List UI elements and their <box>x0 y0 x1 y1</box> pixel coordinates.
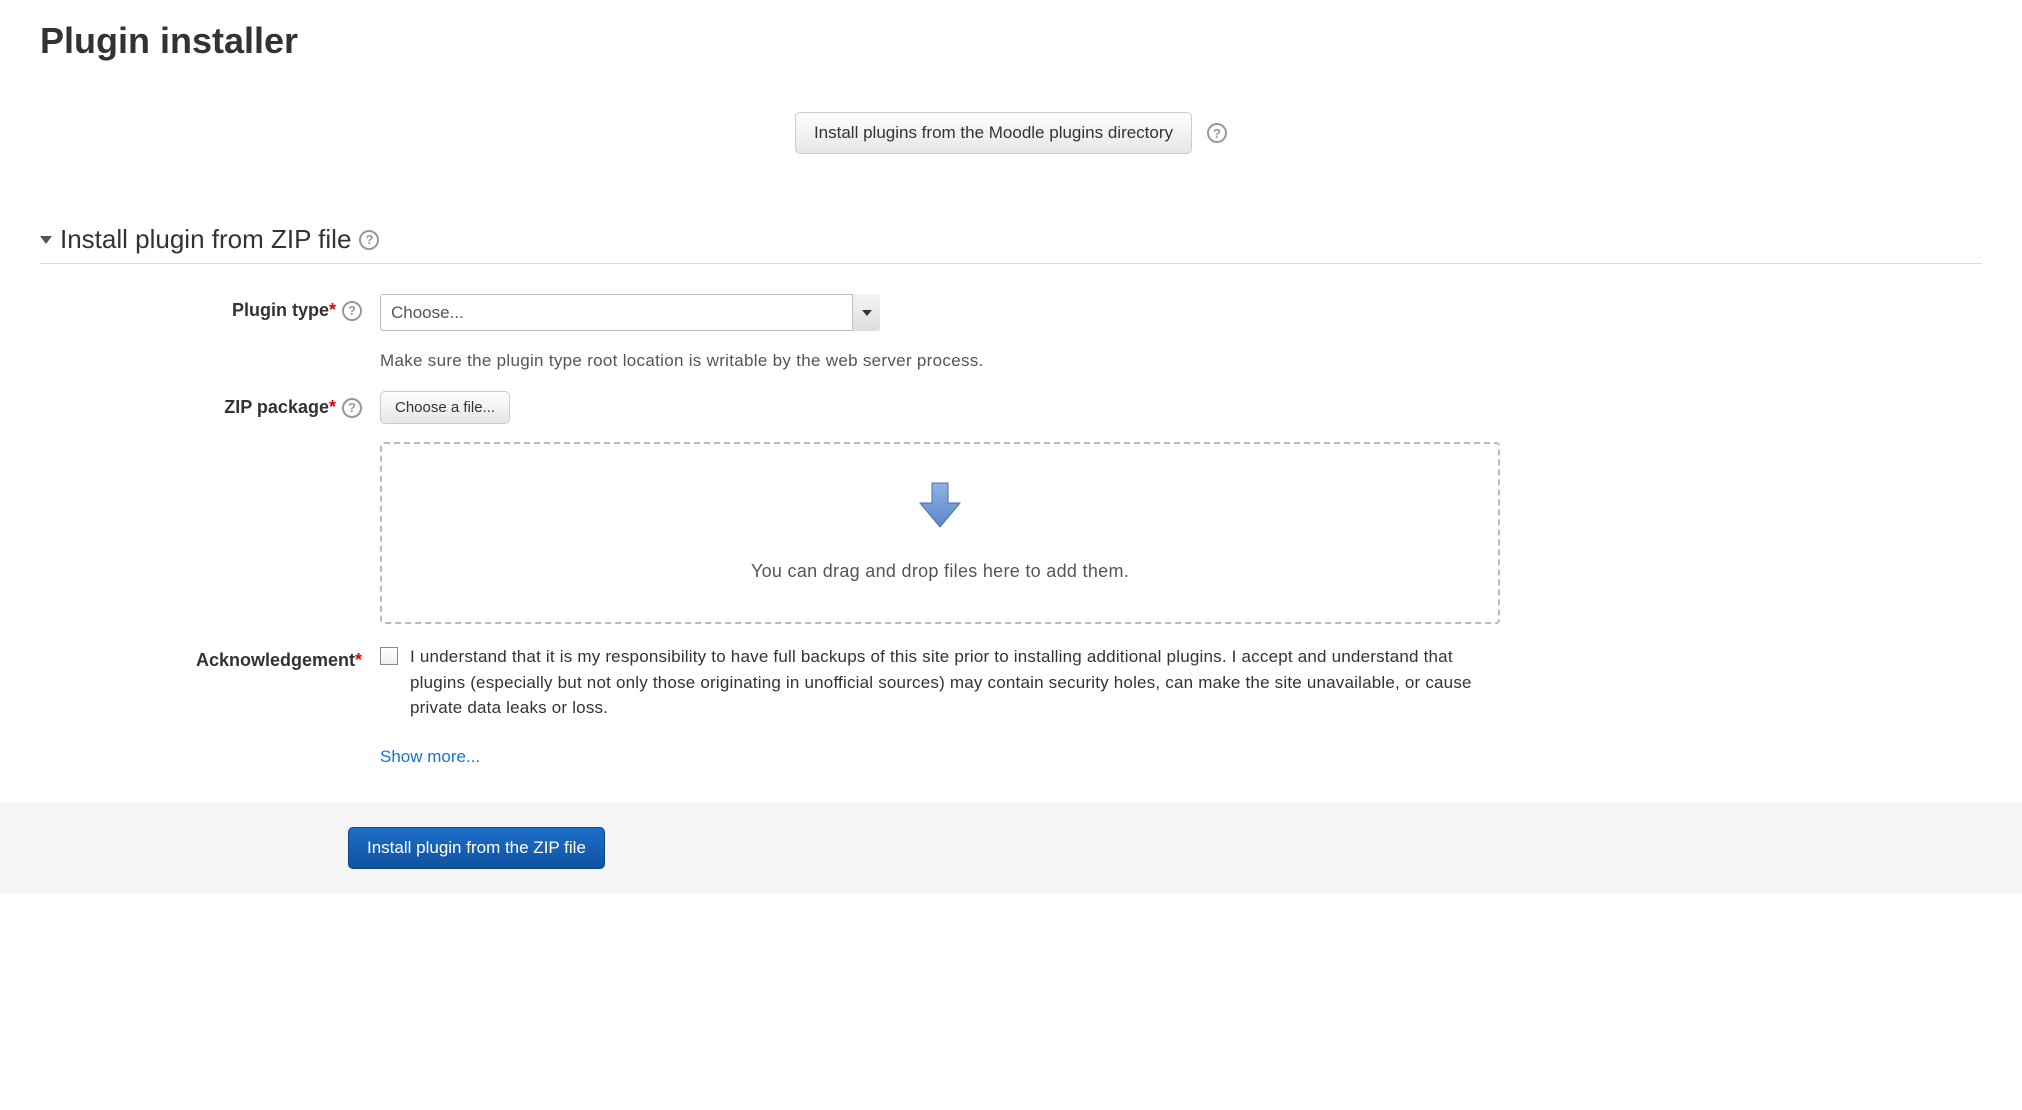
acknowledgement-row: Acknowledgement* I understand that it is… <box>40 644 1982 767</box>
help-icon[interactable]: ? <box>342 398 362 418</box>
help-icon[interactable]: ? <box>1207 123 1227 143</box>
footer-bar: Install plugin from the ZIP file <box>0 802 2022 894</box>
label-text: Plugin type <box>232 300 329 320</box>
chevron-down-icon[interactable] <box>40 236 52 244</box>
acknowledgement-label: Acknowledgement* <box>40 644 380 671</box>
label-text: ZIP package <box>224 397 329 417</box>
zip-package-row: ZIP package* ? Choose a file... You can … <box>40 391 1982 624</box>
arrow-down-icon <box>914 479 966 531</box>
acknowledgement-checkbox[interactable] <box>380 647 398 665</box>
help-icon[interactable]: ? <box>359 230 379 250</box>
choose-file-button[interactable]: Choose a file... <box>380 391 510 424</box>
dropzone-text: You can drag and drop files here to add … <box>402 561 1478 582</box>
plugin-type-label: Plugin type* ? <box>40 294 380 321</box>
section-header: Install plugin from ZIP file ? <box>40 224 1982 264</box>
label-text: Acknowledgement <box>196 650 355 670</box>
plugin-type-select[interactable]: Choose... <box>380 294 880 331</box>
show-more-link[interactable]: Show more... <box>380 747 1500 767</box>
zip-package-label: ZIP package* ? <box>40 391 380 418</box>
top-actions: Install plugins from the Moodle plugins … <box>40 112 1982 154</box>
help-icon[interactable]: ? <box>342 301 362 321</box>
acknowledgement-text: I understand that it is my responsibilit… <box>410 644 1500 721</box>
required-indicator: * <box>329 397 336 417</box>
section-title: Install plugin from ZIP file <box>60 224 351 255</box>
plugin-type-hint: Make sure the plugin type root location … <box>380 351 1500 371</box>
install-plugin-submit-button[interactable]: Install plugin from the ZIP file <box>348 827 605 869</box>
file-dropzone[interactable]: You can drag and drop files here to add … <box>380 442 1500 624</box>
plugin-type-row: Plugin type* ? Choose... Make sure the p… <box>40 294 1982 371</box>
required-indicator: * <box>355 650 362 670</box>
required-indicator: * <box>329 300 336 320</box>
page-title: Plugin installer <box>40 20 1982 62</box>
install-from-directory-button[interactable]: Install plugins from the Moodle plugins … <box>795 112 1192 154</box>
